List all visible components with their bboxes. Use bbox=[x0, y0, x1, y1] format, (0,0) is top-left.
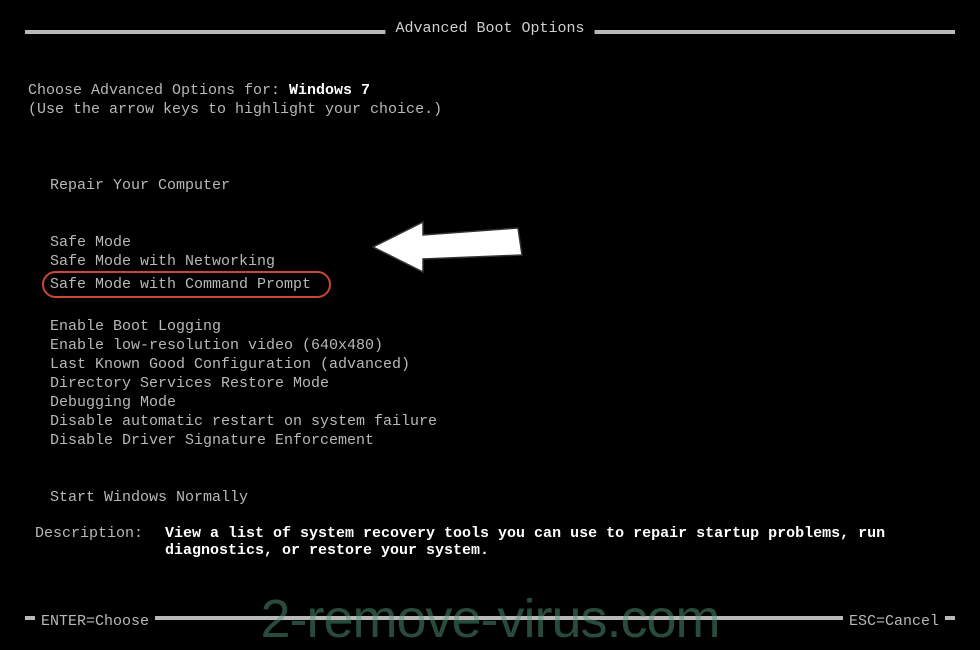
arrow-icon bbox=[368, 217, 528, 277]
menu-item-last-known[interactable]: Last Known Good Configuration (advanced) bbox=[50, 355, 952, 374]
footer-divider bbox=[25, 616, 955, 620]
menu-item-boot-logging[interactable]: Enable Boot Logging bbox=[50, 317, 952, 336]
footer-esc-hint: ESC=Cancel bbox=[843, 613, 945, 630]
highlighted-selection: Safe Mode with Command Prompt bbox=[42, 271, 331, 298]
menu-item-repair[interactable]: Repair Your Computer bbox=[50, 176, 952, 195]
menu-item-low-res[interactable]: Enable low-resolution video (640x480) bbox=[50, 336, 952, 355]
menu-item-directory-restore[interactable]: Directory Services Restore Mode bbox=[50, 374, 952, 393]
menu-item-start-normal[interactable]: Start Windows Normally bbox=[50, 488, 952, 507]
footer-enter-hint: ENTER=Choose bbox=[35, 613, 155, 630]
prompt-line: Choose Advanced Options for: Windows 7 bbox=[28, 82, 952, 99]
prompt-label: Choose Advanced Options for: bbox=[28, 82, 289, 99]
description-text: View a list of system recovery tools you… bbox=[165, 525, 945, 559]
menu-item-disable-driver-sig[interactable]: Disable Driver Signature Enforcement bbox=[50, 431, 952, 450]
os-name: Windows 7 bbox=[289, 82, 370, 99]
page-title: Advanced Boot Options bbox=[385, 20, 594, 37]
description-label: Description: bbox=[35, 525, 165, 559]
menu-item-debugging[interactable]: Debugging Mode bbox=[50, 393, 952, 412]
prompt-hint: (Use the arrow keys to highlight your ch… bbox=[28, 101, 952, 118]
menu-item-disable-restart[interactable]: Disable automatic restart on system fail… bbox=[50, 412, 952, 431]
